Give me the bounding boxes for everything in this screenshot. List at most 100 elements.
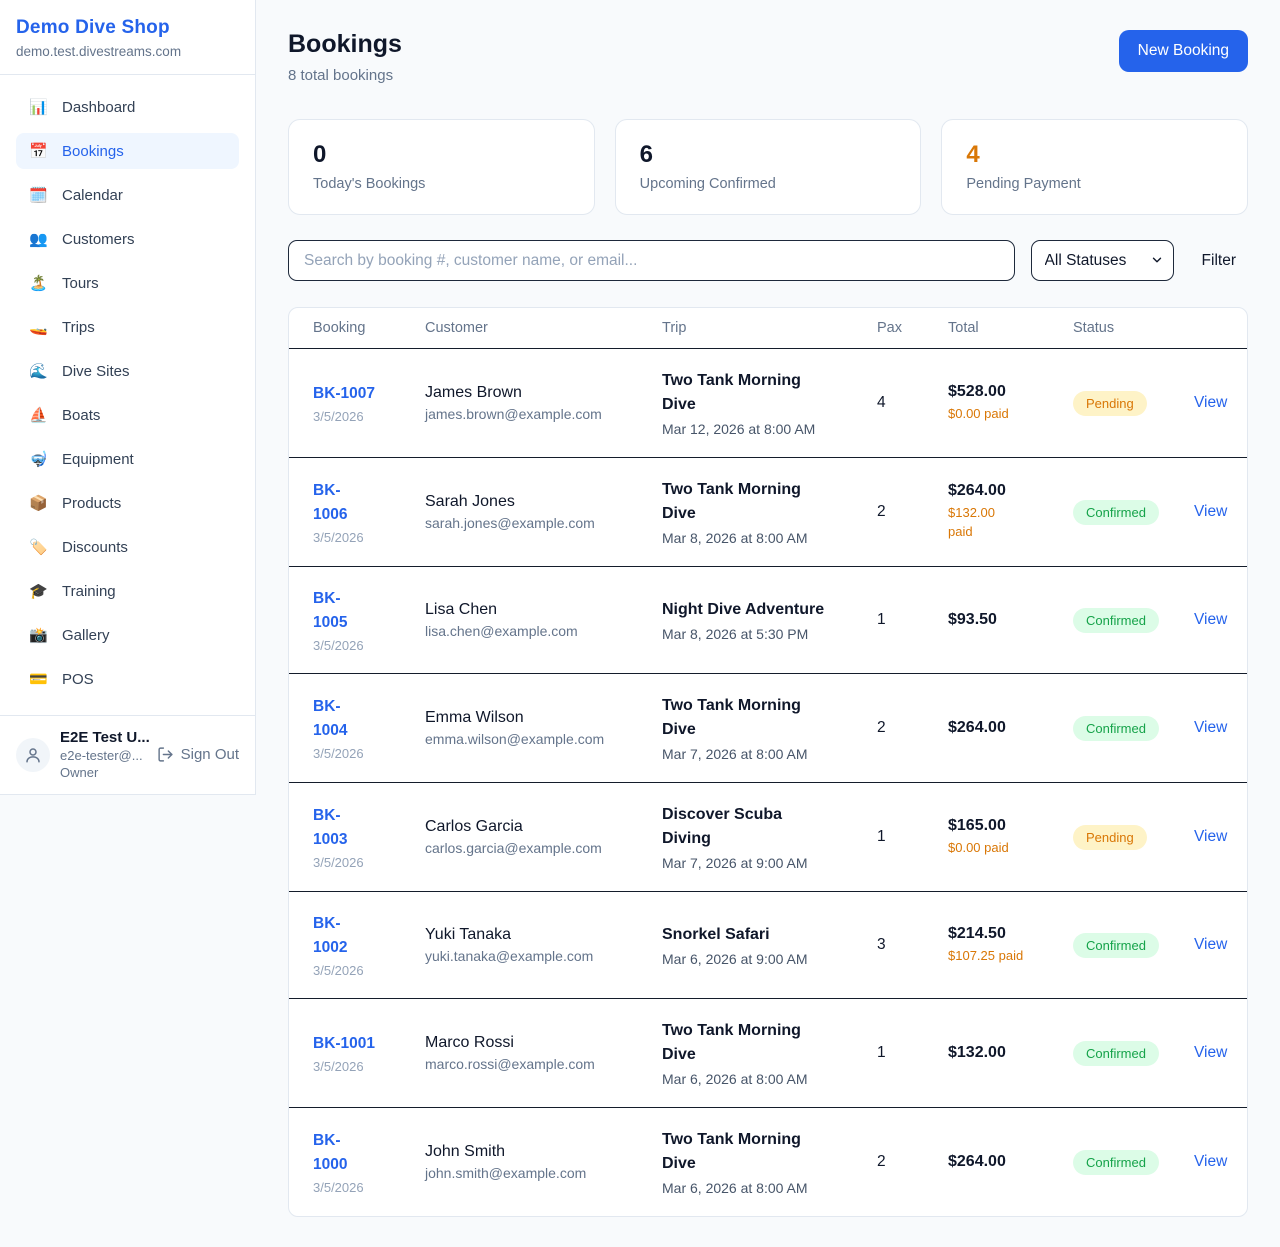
view-link[interactable]: View: [1194, 611, 1227, 629]
sidebar-item-gallery[interactable]: 📸 Gallery: [16, 617, 239, 653]
sidebar-item-trips[interactable]: 🚤 Trips: [16, 309, 239, 345]
stat-label: Today's Bookings: [313, 176, 570, 192]
view-link[interactable]: View: [1194, 719, 1227, 737]
trip-name: Two Tank Morning Dive: [662, 1128, 862, 1176]
view-link[interactable]: View: [1194, 828, 1227, 846]
filter-button[interactable]: Filter: [1190, 252, 1248, 270]
customer-email: james.brown@example.com: [425, 406, 662, 422]
trip-time: Mar 6, 2026 at 9:00 AM: [662, 951, 877, 967]
status-badge: Confirmed: [1073, 1041, 1159, 1066]
booking-number-link[interactable]: BK- 1005: [313, 587, 425, 635]
actions-cell: View: [1194, 1153, 1227, 1171]
page-subtitle: 8 total bookings: [288, 67, 402, 84]
stat-card: 4 Pending Payment: [941, 119, 1248, 215]
trip-time: Mar 7, 2026 at 8:00 AM: [662, 746, 877, 762]
sign-out-button[interactable]: Sign Out: [157, 746, 239, 763]
table-row: BK- 1006 3/5/2026 Sarah Jones sarah.jone…: [289, 457, 1247, 566]
view-link[interactable]: View: [1194, 394, 1227, 412]
new-booking-button[interactable]: New Booking: [1119, 30, 1248, 72]
user-email: e2e-tester@...: [60, 748, 147, 763]
main-content: Bookings 8 total bookings New Booking 0 …: [256, 0, 1280, 1247]
sidebar: Demo Dive Shop demo.test.divestreams.com…: [0, 0, 256, 795]
status-select[interactable]: All Statuses: [1031, 240, 1174, 281]
sidebar-item-pos[interactable]: 💳 POS: [16, 661, 239, 697]
trip-time: Mar 7, 2026 at 9:00 AM: [662, 855, 877, 871]
col-header-trip: Trip: [662, 320, 877, 336]
table-row: BK- 1003 3/5/2026 Carlos Garcia carlos.g…: [289, 782, 1247, 891]
total-cell: $264.00: [948, 1153, 1073, 1171]
booking-number-link[interactable]: BK- 1000: [313, 1129, 425, 1177]
status-cell: Confirmed: [1073, 500, 1194, 525]
sidebar-item-label: POS: [62, 671, 94, 688]
view-link[interactable]: View: [1194, 1044, 1227, 1062]
training-icon: 🎓: [29, 582, 47, 600]
booking-number-link[interactable]: BK- 1006: [313, 479, 425, 527]
booking-number-link[interactable]: BK- 1004: [313, 695, 425, 743]
sidebar-item-training[interactable]: 🎓 Training: [16, 573, 239, 609]
paid-amount: $0.00 paid: [948, 405, 1073, 424]
table-body: BK-1007 3/5/2026 James Brown james.brown…: [289, 349, 1247, 1216]
booking-cell: BK- 1005 3/5/2026: [313, 587, 425, 653]
sidebar-item-calendar[interactable]: 🗓️ Calendar: [16, 177, 239, 213]
booking-number-link[interactable]: BK-1007: [313, 382, 425, 406]
pax-value: 1: [877, 828, 948, 846]
total-amount: $214.50: [948, 925, 1073, 943]
sidebar-item-discounts[interactable]: 🏷️ Discounts: [16, 529, 239, 565]
sidebar-item-bookings[interactable]: 📅 Bookings: [16, 133, 239, 169]
trip-cell: Two Tank Morning Dive Mar 6, 2026 at 8:0…: [662, 1128, 877, 1196]
view-link[interactable]: View: [1194, 503, 1227, 521]
booking-number-link[interactable]: BK- 1003: [313, 804, 425, 852]
pax-value: 1: [877, 1044, 948, 1062]
sidebar-item-tours[interactable]: 🏝️ Tours: [16, 265, 239, 301]
sidebar-item-label: Dive Sites: [62, 363, 130, 380]
boats-icon: ⛵: [29, 406, 47, 424]
sidebar-item-products[interactable]: 📦 Products: [16, 485, 239, 521]
customer-cell: Emma Wilson emma.wilson@example.com: [425, 709, 662, 747]
total-amount: $528.00: [948, 383, 1073, 401]
status-badge: Pending: [1073, 825, 1147, 850]
pax-value: 3: [877, 936, 948, 954]
status-cell: Confirmed: [1073, 1041, 1194, 1066]
view-link[interactable]: View: [1194, 1153, 1227, 1171]
sidebar-item-dive-sites[interactable]: 🌊 Dive Sites: [16, 353, 239, 389]
total-amount: $93.50: [948, 611, 1073, 629]
booking-date: 3/5/2026: [313, 855, 425, 870]
sidebar-item-label: Equipment: [62, 451, 134, 468]
stat-value: 0: [313, 141, 570, 169]
trip-name: Snorkel Safari: [662, 923, 862, 947]
trip-cell: Discover Scuba Diving Mar 7, 2026 at 9:0…: [662, 803, 877, 871]
customer-name: Yuki Tanaka: [425, 926, 662, 944]
customers-icon: 👥: [29, 230, 47, 248]
status-badge: Confirmed: [1073, 1150, 1159, 1175]
table-header-row: Booking Customer Trip Pax Total Status: [289, 308, 1247, 349]
calendar-icon: 🗓️: [29, 186, 47, 204]
sidebar-item-boats[interactable]: ⛵ Boats: [16, 397, 239, 433]
col-header-status: Status: [1073, 320, 1194, 336]
page-header: Bookings 8 total bookings New Booking: [288, 30, 1248, 84]
booking-cell: BK-1007 3/5/2026: [313, 382, 425, 424]
status-badge: Confirmed: [1073, 716, 1159, 741]
total-cell: $264.00: [948, 719, 1073, 737]
sidebar-item-label: Training: [62, 583, 116, 600]
sidebar-item-dashboard[interactable]: 📊 Dashboard: [16, 89, 239, 125]
trip-cell: Night Dive Adventure Mar 8, 2026 at 5:30…: [662, 598, 877, 642]
booking-cell: BK- 1006 3/5/2026: [313, 479, 425, 545]
col-header-booking: Booking: [313, 320, 425, 336]
booking-number-link[interactable]: BK-1001: [313, 1032, 425, 1056]
view-link[interactable]: View: [1194, 936, 1227, 954]
total-amount: $264.00: [948, 482, 1073, 500]
total-amount: $132.00: [948, 1044, 1073, 1062]
trip-time: Mar 8, 2026 at 5:30 PM: [662, 626, 877, 642]
stat-label: Pending Payment: [966, 176, 1223, 192]
sidebar-item-customers[interactable]: 👥 Customers: [16, 221, 239, 257]
customer-email: sarah.jones@example.com: [425, 515, 662, 531]
brand: Demo Dive Shop demo.test.divestreams.com: [0, 0, 255, 75]
sidebar-item-equipment[interactable]: 🤿 Equipment: [16, 441, 239, 477]
discounts-icon: 🏷️: [29, 538, 47, 556]
pax-value: 2: [877, 503, 948, 521]
search-input[interactable]: [288, 240, 1015, 281]
stat-value: 6: [640, 141, 897, 169]
sidebar-item-label: Bookings: [62, 143, 124, 160]
total-cell: $214.50 $107.25 paid: [948, 925, 1073, 966]
booking-number-link[interactable]: BK- 1002: [313, 912, 425, 960]
